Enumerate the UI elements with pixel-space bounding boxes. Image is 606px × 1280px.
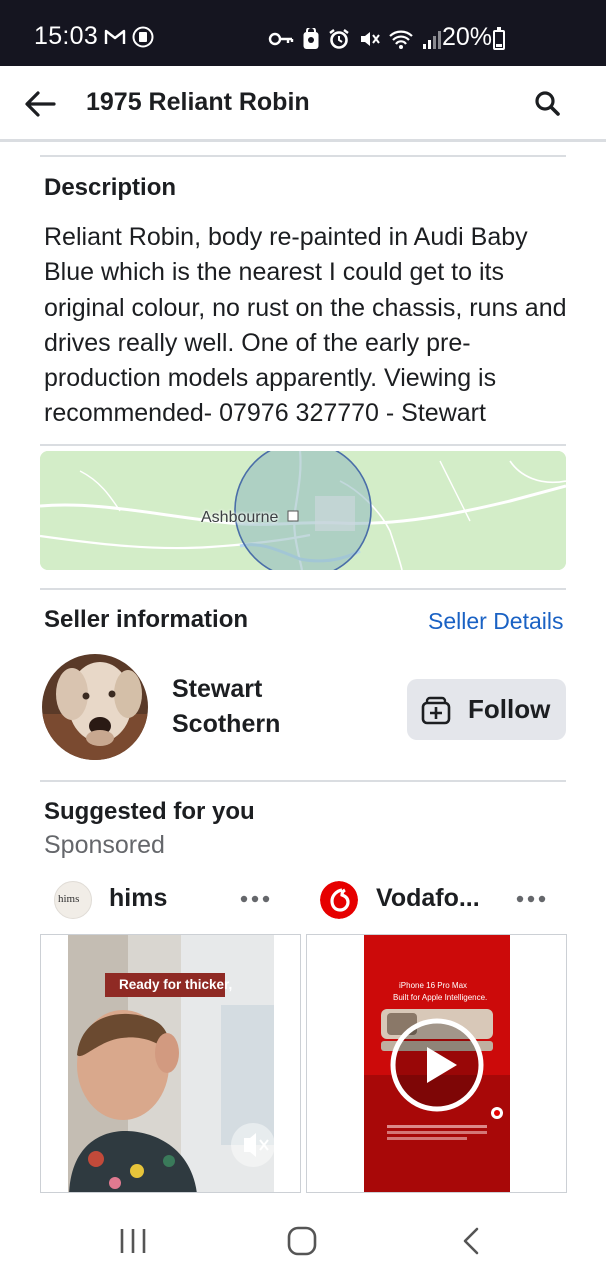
status-left-icons: [104, 26, 154, 48]
vodafone-logo-icon[interactable]: [320, 881, 358, 919]
hims-logo[interactable]: hims: [54, 881, 92, 919]
follow-button[interactable]: Follow: [407, 679, 566, 740]
page-title: 1975 Reliant Robin: [86, 88, 310, 116]
map-location-label: Ashbourne: [201, 509, 279, 526]
ad-headline: iPhone 16 Pro Max: [399, 981, 468, 990]
hims-logo-text: hims: [58, 893, 80, 905]
seller-avatar-image: [42, 654, 148, 760]
play-icon[interactable]: [389, 1017, 485, 1113]
back-nav-icon[interactable]: [460, 1226, 482, 1256]
description-heading: Description: [44, 174, 177, 201]
battery-icon: [493, 27, 505, 50]
battery-percent: 20%: [442, 23, 493, 51]
signal-icon: [423, 31, 441, 49]
lock-icon: [303, 28, 319, 49]
gmail-icon: [104, 29, 126, 44]
sponsored-label: Sponsored: [44, 831, 165, 859]
back-button[interactable]: [20, 84, 60, 124]
seller-name[interactable]: Stewart Scothern: [172, 672, 352, 742]
back-arrow-icon: [25, 91, 56, 117]
status-right-icons: [268, 24, 444, 54]
battery-fill: [496, 43, 502, 47]
more-options-icon[interactable]: [240, 895, 270, 903]
seller-avatar[interactable]: [42, 654, 148, 760]
ad-card-vodafone[interactable]: iPhone 16 Pro Max Built for Apple Intell…: [306, 934, 567, 1193]
more-options-icon[interactable]: [516, 895, 546, 903]
divider: [40, 155, 566, 157]
ad-advertiser-name[interactable]: Vodafo...: [376, 884, 480, 913]
status-time: 15:03: [34, 22, 99, 50]
recent-apps-icon[interactable]: [118, 1227, 148, 1255]
search-button[interactable]: [532, 88, 564, 120]
alarm-icon: [329, 29, 349, 49]
ad-caption: Ready for thicker,: [119, 977, 233, 992]
search-icon: [535, 91, 560, 116]
top-app-bar: 1975 Reliant Robin: [0, 66, 606, 142]
wifi-icon: [389, 30, 413, 49]
mute-icon: [361, 32, 380, 46]
divider: [40, 780, 566, 782]
follow-plus-icon: [421, 696, 451, 725]
system-nav-bar: [0, 1196, 606, 1280]
divider: [40, 588, 566, 590]
seller-info-heading: Seller information: [44, 606, 249, 633]
map-roads: [40, 451, 566, 570]
ad-subline: Built for Apple Intelligence.: [393, 993, 488, 1002]
key-icon: [268, 32, 294, 46]
ad-advertiser-name[interactable]: hims: [109, 884, 167, 913]
home-icon[interactable]: [287, 1226, 317, 1256]
ad-card-hims[interactable]: Ready for thicker,: [40, 934, 301, 1193]
status-bar: 15:03 20%: [0, 0, 606, 66]
ad-header-vodafone: Vodafo...: [320, 881, 556, 927]
ad-header-hims: hims hims: [54, 881, 279, 927]
follow-label: Follow: [468, 694, 551, 724]
suggested-heading: Suggested for you: [44, 798, 255, 825]
seller-details-link[interactable]: Seller Details: [428, 608, 564, 635]
divider: [40, 444, 566, 446]
description-text: Reliant Robin, body re-painted in Audi B…: [44, 223, 567, 428]
clipboard-icon: [132, 26, 154, 48]
location-map[interactable]: Ashbourne: [40, 451, 566, 570]
hims-ad-image: [41, 935, 300, 1192]
